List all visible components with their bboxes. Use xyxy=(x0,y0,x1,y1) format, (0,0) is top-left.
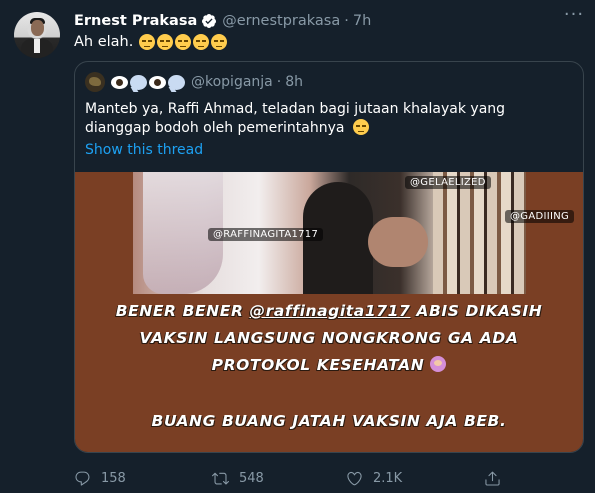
retweet-icon xyxy=(212,472,229,484)
caption-mention: @raffinagita1717 xyxy=(249,302,411,320)
heart-icon xyxy=(347,471,362,485)
pensive-face-icon xyxy=(139,34,156,50)
image-caption-line: BENER BENER @raffinagita1717 ABIS DIKASI… xyxy=(75,302,583,320)
eyes-icon xyxy=(149,75,166,89)
more-options-icon[interactable]: ··· xyxy=(563,6,585,30)
retweet-button[interactable]: 548 xyxy=(212,470,264,487)
eyes-icon xyxy=(111,75,128,89)
image-mention-tag: @GELAELIZED xyxy=(405,176,491,189)
tweet-header: Ernest Prakasa @ernestprakasa · 7h xyxy=(74,11,371,31)
speech-bubble-icon xyxy=(168,74,185,90)
caption-text: BENER BENER xyxy=(115,302,250,320)
author-name[interactable]: Ernest Prakasa xyxy=(74,13,197,29)
like-count: 2.1K xyxy=(373,470,403,486)
caption-text: PROTOKOL KESEHATAN xyxy=(211,356,425,374)
quoted-author-handle: @kopiganja xyxy=(191,74,273,90)
image-mention-tag: @RAFFINAGITA1717 xyxy=(208,228,324,241)
image-caption-line: BUANG BUANG JATAH VAKSIN AJA BEB. xyxy=(151,412,507,430)
speech-bubble-icon xyxy=(130,74,147,90)
separator-dot: · xyxy=(344,13,349,29)
pensive-face-icon xyxy=(157,34,174,50)
tweet-actions: 158 548 2.1K xyxy=(74,468,574,488)
quoted-tweet-image[interactable]: @RAFFINAGITA1717 @GELAELIZED @GADIIING B… xyxy=(75,172,583,452)
verified-badge-icon xyxy=(202,14,217,28)
author-avatar[interactable] xyxy=(14,12,60,58)
photo-region: @RAFFINAGITA1717 @GELAELIZED @GADIIING xyxy=(133,172,575,294)
image-caption-line: PROTOKOL KESEHATAN xyxy=(75,356,583,374)
tweet[interactable]: Ernest Prakasa @ernestprakasa · 7h ··· A… xyxy=(0,0,595,493)
retweet-count: 548 xyxy=(239,470,264,486)
caption-text: ABIS DIKASIH xyxy=(410,302,543,320)
tweet-text-body: Ah elah. xyxy=(74,34,134,50)
quoted-tweet-timestamp: 8h xyxy=(285,74,303,90)
tweet-emoji-row xyxy=(139,34,228,50)
quoted-tweet-header: @kopiganja · 8h xyxy=(85,72,303,92)
image-caption-line: VAKSIN LANGSUNG NONGKRONG GA ADA xyxy=(139,329,519,347)
pensive-face-icon xyxy=(211,34,228,50)
separator-dot: · xyxy=(276,74,282,90)
reply-button[interactable]: 158 xyxy=(74,470,126,487)
quoted-tweet-text-body: Manteb ya, Raffi Ahmad, teladan bagi jut… xyxy=(85,101,506,136)
pensive-face-icon xyxy=(175,34,192,50)
tweet-text: Ah elah. xyxy=(74,34,228,50)
reply-count: 158 xyxy=(101,470,126,486)
like-button[interactable]: 2.1K xyxy=(346,470,402,487)
image-mention-tag: @GADIIING xyxy=(505,210,575,223)
show-thread-link[interactable]: Show this thread xyxy=(85,142,203,158)
tweet-timestamp[interactable]: 7h xyxy=(353,13,371,29)
author-handle[interactable]: @ernestprakasa xyxy=(222,13,340,29)
quoted-author-avatar xyxy=(85,72,105,92)
share-icon xyxy=(485,471,500,486)
pensive-face-icon xyxy=(193,34,210,50)
quoted-tweet[interactable]: @kopiganja · 8h Manteb ya, Raffi Ahmad, … xyxy=(74,61,584,453)
pensive-face-icon xyxy=(352,119,369,135)
share-button[interactable] xyxy=(484,470,511,487)
reply-icon xyxy=(75,471,90,486)
quoted-author-name xyxy=(111,74,185,90)
quoted-tweet-text: Manteb ya, Raffi Ahmad, teladan bagi jut… xyxy=(85,100,565,138)
person-shrugging-icon xyxy=(430,356,447,372)
